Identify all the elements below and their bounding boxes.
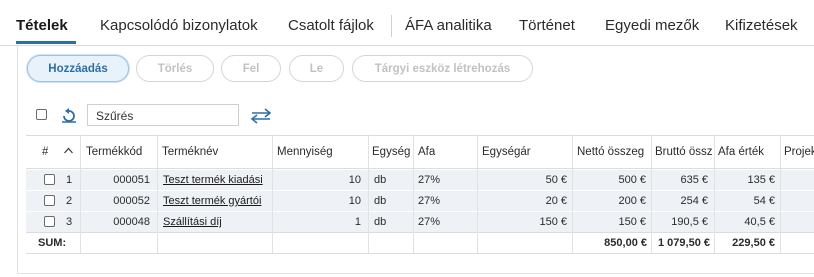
col-header-vat[interactable]: Áfa: [418, 146, 475, 158]
table-top-border: [26, 135, 814, 136]
sum-vat-value: 229,50 €: [732, 237, 775, 249]
unit-price: 150 €: [539, 216, 567, 228]
product-code: 000052: [113, 195, 150, 207]
swap-columns-icon[interactable]: [250, 107, 272, 125]
product-code: 000048: [113, 216, 150, 228]
col-header-quantity[interactable]: Mennyiség: [277, 146, 366, 158]
product-code: 000051: [113, 174, 150, 186]
row-number: 1: [66, 174, 73, 186]
net-amount: 500 €: [618, 174, 646, 186]
col-divider: [477, 135, 478, 253]
col-divider: [368, 135, 369, 253]
tab-divider: [391, 15, 392, 37]
tab-tetelek[interactable]: Tételek: [16, 17, 68, 34]
col-header-product-name[interactable]: Terméknév: [162, 146, 270, 158]
col-divider: [780, 135, 781, 253]
net-amount: 150 €: [618, 216, 646, 228]
product-name-link[interactable]: Teszt termék kiadási: [163, 174, 270, 186]
row-number: 2: [66, 195, 73, 207]
vat-rate: 27%: [418, 174, 441, 186]
select-all-checkbox[interactable]: [36, 109, 47, 120]
vat-value: 135 €: [747, 174, 775, 186]
quantity: 10: [348, 195, 361, 207]
tab-kapcsolodo-bizonylatok[interactable]: Kapcsolódó bizonylatok: [100, 17, 258, 34]
add-button[interactable]: Hozzáadás: [27, 55, 129, 82]
quantity: 1: [354, 216, 361, 228]
active-tab-indicator: [16, 41, 76, 44]
tab-afa-analitika[interactable]: ÁFA analitika: [405, 17, 492, 34]
sort-ascending-icon[interactable]: [63, 146, 74, 155]
tab-egyedi-mezok[interactable]: Egyedi mezők: [605, 17, 699, 34]
col-header-project[interactable]: Projekt: [784, 146, 814, 158]
gross-amount: 190,5 €: [671, 216, 708, 228]
gross-amount: 254 €: [680, 195, 708, 207]
net-amount: 200 €: [618, 195, 646, 207]
product-name-link[interactable]: Teszt termék gyártói: [163, 195, 270, 207]
unit: db: [374, 216, 387, 228]
col-header-product-code[interactable]: Termékkód: [86, 146, 154, 158]
quantity: 10: [348, 174, 361, 186]
product-name-link[interactable]: Szállítási díj: [163, 216, 270, 228]
col-header-vat-value[interactable]: Áfa érték: [718, 146, 778, 158]
sum-top-border: [26, 232, 814, 233]
col-header-number: #: [42, 146, 49, 158]
vat-value: 54 €: [753, 195, 775, 207]
table-bottom-border: [26, 253, 814, 254]
row-checkbox[interactable]: [44, 216, 55, 227]
unit: db: [374, 195, 387, 207]
col-divider: [272, 135, 273, 253]
row-checkbox[interactable]: [44, 195, 55, 206]
col-divider: [651, 135, 652, 253]
col-divider: [413, 135, 414, 253]
col-divider: [157, 135, 158, 253]
gross-amount: 635 €: [680, 174, 708, 186]
unit: db: [374, 174, 387, 186]
sum-gross-amount: 1 079,50 €: [658, 237, 710, 249]
vat-rate: 27%: [418, 216, 441, 228]
col-divider: [714, 135, 715, 253]
col-divider: [80, 135, 81, 253]
row-number: 3: [66, 216, 73, 228]
filter-input[interactable]: Szűrés: [87, 104, 239, 126]
delete-button[interactable]: Törlés: [136, 55, 214, 82]
sum-net-amount: 850,00 €: [604, 237, 647, 249]
col-divider: [572, 135, 573, 253]
col-header-unit[interactable]: Egység: [372, 146, 412, 158]
refresh-icon[interactable]: [60, 107, 78, 125]
move-up-button[interactable]: Fel: [221, 55, 281, 82]
move-down-button[interactable]: Le: [289, 55, 344, 82]
tab-kifizetesek[interactable]: Kifizetések: [725, 17, 798, 34]
sum-label: SUM:: [38, 237, 67, 249]
col-header-net-amount[interactable]: Nettó összeg: [577, 146, 650, 158]
tab-bar: Tételek Kapcsolódó bizonylatok Csatolt f…: [0, 0, 814, 46]
vat-rate: 27%: [418, 195, 441, 207]
unit-price: 50 €: [545, 174, 567, 186]
unit-price: 20 €: [545, 195, 567, 207]
create-fixed-asset-button[interactable]: Tárgyi eszköz létrehozás: [352, 55, 533, 82]
col-header-unit-price[interactable]: Egységár: [482, 146, 570, 158]
tab-tortenet[interactable]: Történet: [519, 17, 575, 34]
row-checkbox[interactable]: [44, 174, 55, 185]
vat-value: 40,5 €: [744, 216, 775, 228]
header-bottom-border: [26, 168, 814, 169]
col-header-gross-amount[interactable]: Bruttó összeg: [655, 146, 712, 158]
tab-csatolt-fajlok[interactable]: Csatolt fájlok: [288, 17, 374, 34]
